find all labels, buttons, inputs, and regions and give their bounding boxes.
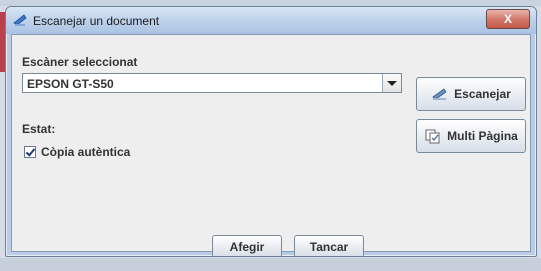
scanner-select-value: EPSON GT-S50 <box>27 77 114 91</box>
multi-page-button[interactable]: Multi Pàgina <box>416 119 526 153</box>
scan-icon <box>432 88 447 100</box>
add-button[interactable]: Afegir <box>212 235 282 256</box>
add-button-label: Afegir <box>229 239 265 254</box>
status-label: Estat: <box>22 122 56 136</box>
dialog-content: Escàner seleccionat EPSON GT-S50 Escanej… <box>11 34 531 256</box>
chevron-down-icon[interactable] <box>382 74 401 92</box>
close-button[interactable]: Tancar <box>294 235 364 256</box>
scan-button[interactable]: Escanejar <box>416 77 526 111</box>
multi-page-icon <box>425 129 440 144</box>
multi-page-button-label: Multi Pàgina <box>447 129 518 143</box>
scan-dialog: Escanejar un document X Escàner seleccio… <box>5 6 537 257</box>
close-button-label: Tancar <box>309 239 349 254</box>
scanner-select[interactable]: EPSON GT-S50 <box>22 73 402 93</box>
close-window-button[interactable]: X <box>486 9 530 29</box>
scan-button-label: Escanejar <box>454 87 511 101</box>
scanner-label: Escàner seleccionat <box>22 55 138 69</box>
desktop-background-bottom <box>0 258 541 271</box>
title-bar[interactable]: Escanejar un document X <box>6 7 536 34</box>
window-title: Escanejar un document <box>33 14 160 28</box>
authentic-copy-checkbox[interactable] <box>24 146 36 158</box>
authentic-copy-label[interactable]: Còpia autèntica <box>41 145 130 159</box>
scan-icon <box>13 14 27 26</box>
